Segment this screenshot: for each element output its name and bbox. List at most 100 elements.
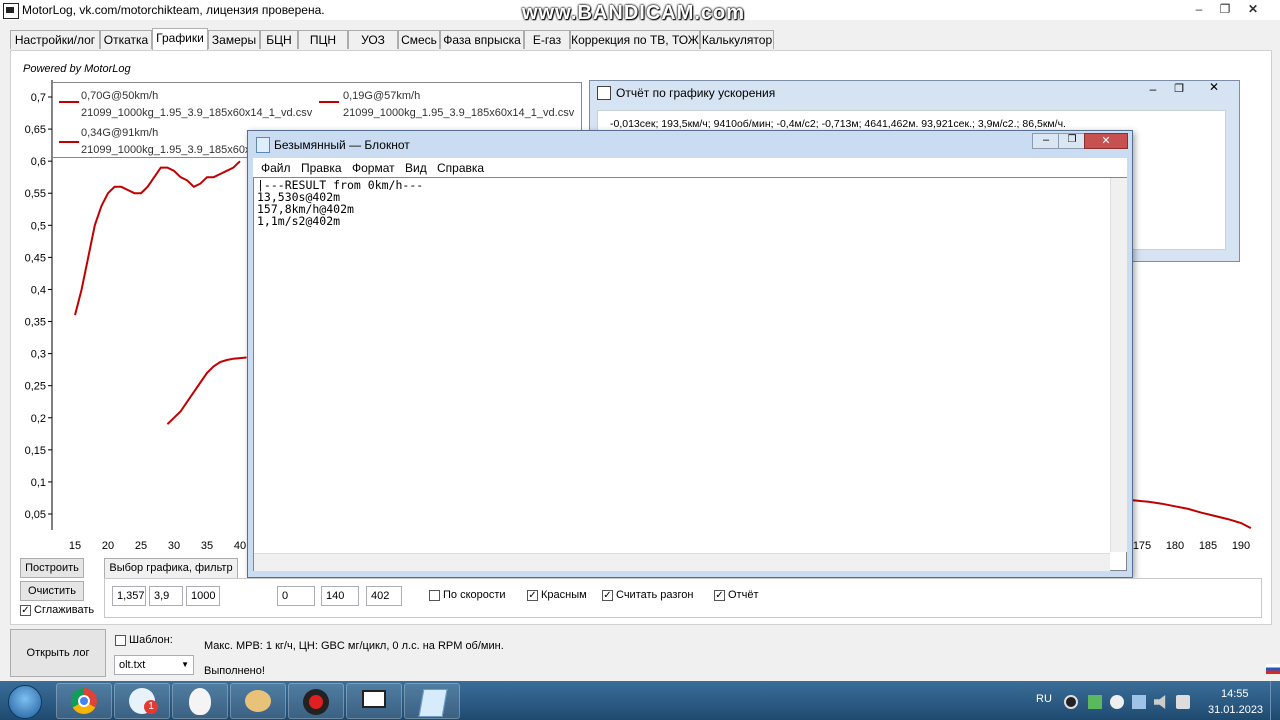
- template-checkbox[interactable]: [115, 635, 126, 646]
- start-button-icon[interactable]: [8, 685, 42, 719]
- record-dot: [309, 695, 323, 709]
- y-tick-label: 0,4: [31, 284, 46, 296]
- param-field-5[interactable]: 140: [321, 586, 359, 606]
- tray-network-icon[interactable]: [1132, 695, 1146, 709]
- legend-swatch: [59, 141, 79, 143]
- tray-flag-icon[interactable]: [1176, 695, 1190, 709]
- legend-entry-1-value: 0,70G@50km/h: [81, 90, 159, 102]
- notepad-close-button[interactable]: ✕: [1084, 133, 1128, 149]
- param-field-4[interactable]: 0: [277, 586, 315, 606]
- tray-record-icon[interactable]: [1064, 695, 1078, 709]
- report-window-title: Отчёт по графику ускорения: [616, 86, 776, 100]
- language-indicator[interactable]: RU: [1036, 693, 1052, 705]
- show-desktop-button[interactable]: [1270, 681, 1280, 720]
- tray-gpu-icon[interactable]: [1088, 695, 1102, 709]
- taskbar-bandicam[interactable]: [288, 683, 344, 719]
- x-tick-label: 175: [1133, 540, 1151, 552]
- info-line: Макс. МРВ: 1 кг/ч, ЦН: GBC мг/цикл, 0 л.…: [204, 640, 504, 652]
- y-tick-label: 0,7: [31, 92, 46, 104]
- red-checkbox[interactable]: ✓: [527, 590, 538, 601]
- report-label: Отчёт: [728, 589, 759, 601]
- smooth-label: Сглаживать: [34, 604, 95, 616]
- y-tick-label: 0,6: [31, 156, 46, 168]
- x-tick-label: 15: [69, 540, 81, 552]
- legend-swatch: [59, 101, 79, 103]
- menu-view[interactable]: Вид: [405, 161, 427, 175]
- x-tick-label: 40: [234, 540, 246, 552]
- y-tick-label: 0,1: [31, 477, 46, 489]
- legend-entry-2-file: 21099_1000kg_1.95_3.9_185x60x14_1_vd.csv: [343, 107, 575, 119]
- chevron-down-icon: ▼: [181, 660, 189, 669]
- notepad-maximize-button[interactable]: ❐: [1058, 133, 1086, 149]
- palette-icon: [245, 690, 271, 712]
- template-label: Шаблон:: [129, 634, 173, 646]
- notepad-horizontal-scrollbar[interactable]: [254, 553, 1110, 571]
- y-tick-label: 0,45: [25, 252, 46, 264]
- param-field-2[interactable]: 3,9: [149, 586, 183, 606]
- report-maximize-button[interactable]: ❐: [1166, 82, 1192, 98]
- build-button[interactable]: Построить: [20, 558, 84, 578]
- notification-badge: 1: [144, 700, 158, 714]
- y-tick-label: 0,2: [31, 413, 46, 425]
- red-label: Красным: [541, 589, 587, 601]
- open-log-button[interactable]: Открыть лог: [10, 629, 106, 677]
- menu-file[interactable]: Файл: [261, 161, 291, 175]
- by-speed-checkbox[interactable]: [429, 590, 440, 601]
- x-tick-label: 30: [168, 540, 180, 552]
- param-field-3[interactable]: 1000: [186, 586, 220, 606]
- tray-app-icon[interactable]: [1110, 695, 1124, 709]
- series-line-2: [166, 356, 247, 425]
- count-accel-checkbox[interactable]: ✓: [602, 590, 613, 601]
- template-select-value: olt.txt: [119, 659, 146, 671]
- menu-format[interactable]: Формат: [352, 161, 395, 175]
- menu-edit[interactable]: Правка: [301, 161, 342, 175]
- legend-swatch: [319, 101, 339, 103]
- taskbar-messenger[interactable]: 1: [114, 683, 170, 719]
- x-tick-label: 35: [201, 540, 213, 552]
- param-field-1[interactable]: 1,357: [112, 586, 146, 606]
- y-tick-label: 0,55: [25, 188, 46, 200]
- clock-time[interactable]: 14:55: [1221, 688, 1249, 700]
- y-tick-label: 0,25: [25, 381, 46, 393]
- ru-flag-icon: [1266, 664, 1280, 674]
- x-tick-label: 180: [1166, 540, 1184, 552]
- notepad-text-area[interactable]: [253, 177, 1127, 571]
- x-tick-label: 20: [102, 540, 114, 552]
- notepad-title: Безымянный — Блокнот: [274, 138, 410, 152]
- param-field-6[interactable]: 402: [366, 586, 402, 606]
- template-select[interactable]: olt.txt ▼: [114, 655, 194, 675]
- smooth-checkbox[interactable]: ✓: [20, 605, 31, 616]
- notepad-minimize-button[interactable]: –: [1032, 133, 1060, 149]
- tab-select-graph-filter[interactable]: Выбор графика, фильтр: [104, 558, 238, 578]
- y-tick-label: 0,65: [25, 124, 46, 136]
- taskbar-motorlog[interactable]: [346, 683, 402, 719]
- notepad-vertical-scrollbar[interactable]: [1110, 178, 1127, 552]
- notepad-menu-bar: Файл Правка Формат Вид Справка: [253, 158, 1127, 177]
- x-tick-label: 25: [135, 540, 147, 552]
- report-minimize-button[interactable]: –: [1140, 82, 1166, 98]
- series-line-1: [74, 160, 241, 316]
- menu-help[interactable]: Справка: [437, 161, 484, 175]
- y-tick-label: 0,05: [25, 509, 46, 521]
- y-tick-label: 0,5: [31, 220, 46, 232]
- legend-entry-2-value: 0,19G@57km/h: [343, 90, 421, 102]
- clock-date[interactable]: 31.01.2023: [1208, 704, 1263, 716]
- clear-button[interactable]: Очистить: [20, 581, 84, 601]
- motorlog-icon: [362, 690, 386, 708]
- report-window-icon: [597, 86, 611, 100]
- y-tick-label: 0,15: [25, 445, 46, 457]
- taskbar-paint[interactable]: [230, 683, 286, 719]
- count-accel-label: Считать разгон: [616, 589, 694, 601]
- legend-entry-1-file: 21099_1000kg_1.95_3.9_185x60x14_1_vd.csv: [81, 107, 313, 119]
- report-close-button[interactable]: ✕: [1192, 80, 1236, 98]
- by-speed-label: По скорости: [443, 589, 506, 601]
- x-tick-label: 190: [1232, 540, 1250, 552]
- x-tick-label: 185: [1199, 540, 1217, 552]
- alien-icon: [189, 688, 211, 715]
- taskbar-chrome[interactable]: [56, 683, 112, 719]
- taskbar-alien-app[interactable]: [172, 683, 228, 719]
- report-checkbox[interactable]: ✓: [714, 590, 725, 601]
- taskbar-notepad[interactable]: [404, 683, 460, 719]
- legend-entry-3-value: 0,34G@91km/h: [81, 127, 159, 139]
- y-tick-label: 0,35: [25, 317, 46, 329]
